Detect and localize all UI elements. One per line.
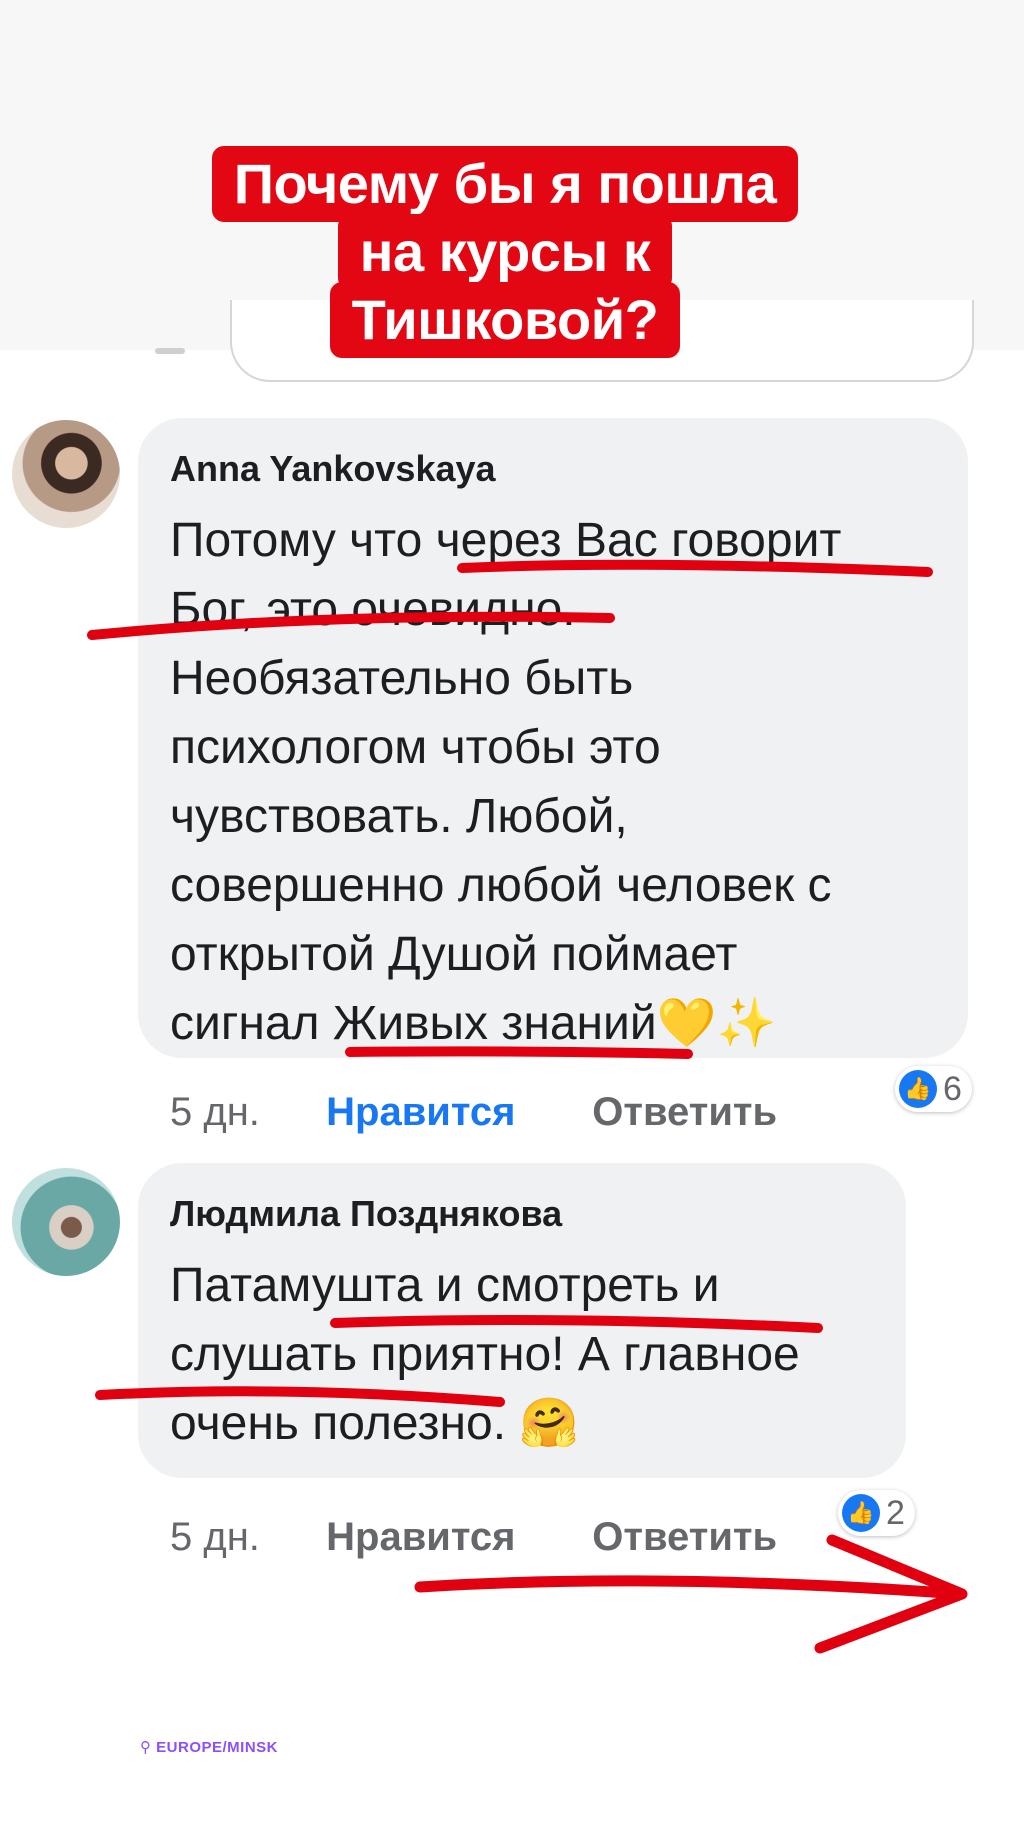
comment-line: очень полезно. — [170, 1397, 507, 1450]
comment-author[interactable]: Anna Yankovskaya — [170, 448, 496, 490]
reaction-count: 2 — [886, 1493, 905, 1532]
like-thumb-icon: 👍 — [842, 1494, 880, 1532]
comment-line: Потому что через Вас говорит — [170, 514, 842, 567]
arrow-mark — [414, 1575, 966, 1600]
like-thumb-icon: 👍 — [899, 1070, 937, 1108]
comment-line: слушать приятно! А главное — [170, 1328, 800, 1381]
title-line-1: Почему бы я пошла — [211, 146, 799, 222]
comment-actions: 5 дн. Нравится Ответить — [170, 1087, 777, 1137]
comment-text: Патамушта и смотреть и слушать приятно! … — [170, 1251, 900, 1458]
title-line-3: Тишковой? — [329, 282, 681, 358]
comment-time: 5 дн. — [170, 1515, 260, 1559]
reply-button[interactable]: Ответить — [592, 1512, 777, 1562]
story-title-banner: Почему бы я пошла на курсы к Тишковой? — [170, 146, 840, 358]
arrow-head-mark — [814, 1534, 968, 1654]
comment-line: сигнал Живых знаний — [170, 997, 657, 1050]
comment-line: Патамушта и смотреть и — [170, 1259, 720, 1312]
comment-line: чувствовать. Любой, — [170, 790, 628, 843]
comment-bubble: Anna Yankovskaya Потому что через Вас го… — [138, 418, 968, 1058]
comment-time: 5 дн. — [170, 1090, 260, 1134]
comment-line: Необязательно быть — [170, 652, 634, 705]
comment-line: Бог, это очевидно. — [170, 583, 576, 636]
comment-line: психологом чтобы это — [170, 721, 661, 774]
hugging-face-emoji: 🤗 — [519, 1395, 580, 1451]
comment-line: совершенно любой человек с — [170, 859, 832, 912]
comment-text: Потому что через Вас говорит Бог, это оч… — [170, 506, 960, 1058]
location-tag[interactable]: ⚲ EUROPE/MINSK — [140, 1738, 278, 1756]
reaction-count: 6 — [943, 1069, 962, 1108]
comment-actions: 5 дн. Нравится Ответить — [170, 1512, 777, 1562]
comment-line: открытой Душой поймает — [170, 928, 738, 981]
reaction-count-badge[interactable]: 👍 2 — [838, 1490, 915, 1536]
heart-sparkles-emoji: 💛✨ — [656, 995, 777, 1051]
reply-button[interactable]: Ответить — [592, 1087, 777, 1137]
avatar[interactable] — [12, 420, 120, 528]
comment-line-with-emoji: сигнал Живых знаний💛✨ — [170, 989, 960, 1058]
avatar[interactable] — [12, 1168, 120, 1276]
comment-line-with-emoji: очень полезно. 🤗 — [170, 1389, 900, 1458]
title-line-2: на курсы к — [337, 214, 673, 290]
comment-bubble: Людмила Позднякова Патамушта и смотреть … — [138, 1163, 906, 1478]
like-button[interactable]: Нравится — [326, 1512, 581, 1562]
reaction-count-badge[interactable]: 👍 6 — [895, 1066, 972, 1112]
comment-author[interactable]: Людмила Позднякова — [170, 1193, 562, 1235]
like-button[interactable]: Нравится — [326, 1087, 581, 1137]
